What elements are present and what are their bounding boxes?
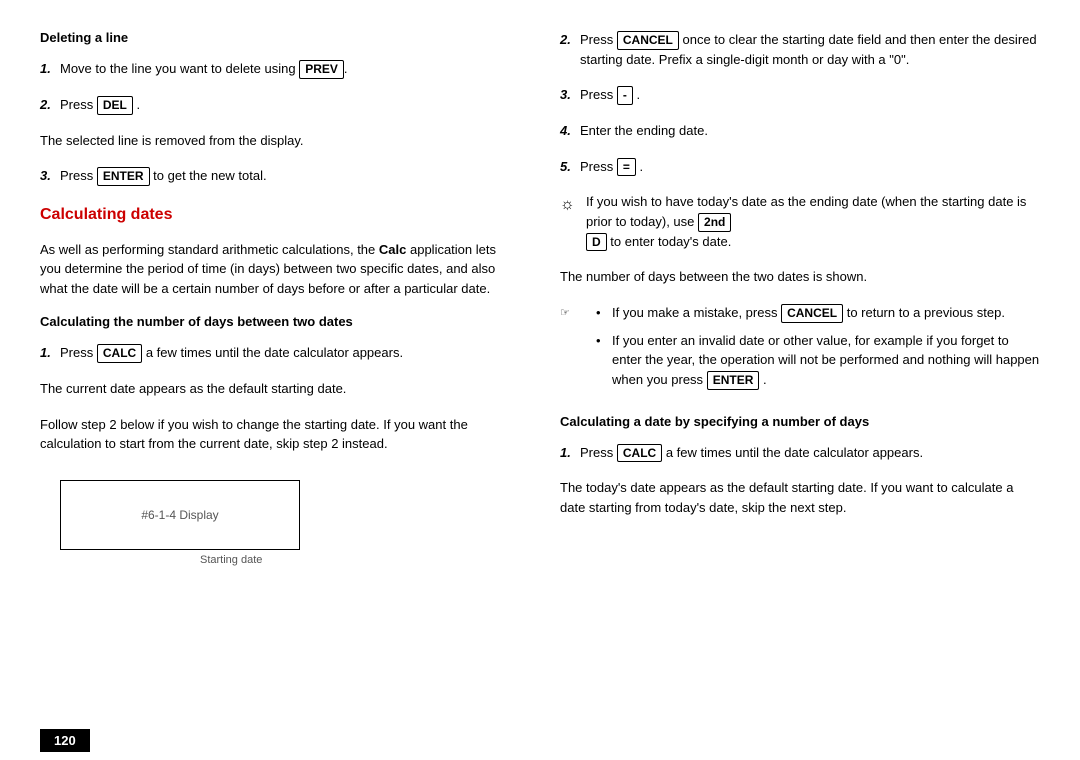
- s-step1-num: 1.: [560, 443, 574, 463]
- enter-key: ENTER: [97, 167, 150, 186]
- r-step5-num: 5.: [560, 157, 574, 177]
- display-label: #6-1-4 Display: [141, 508, 218, 522]
- memo-icon: ☞: [560, 305, 580, 322]
- s-step1: 1. Press CALC a few times until the date…: [560, 443, 1040, 463]
- bullet-dot2: •: [596, 331, 606, 390]
- display-box: #6-1-4 Display: [60, 480, 300, 550]
- calc-step1: 1. Press CALC a few times until the date…: [40, 343, 520, 363]
- del-result-text: The selected line is removed from the di…: [40, 131, 520, 151]
- del-key: DEL: [97, 96, 133, 115]
- del-step3: 3. Press ENTER to get the new total.: [40, 166, 520, 186]
- right-column: 2. Press CANCEL once to clear the starti…: [560, 30, 1040, 719]
- calc-bold: Calc: [379, 242, 406, 257]
- del-step1: 1. Move to the line you want to delete u…: [40, 59, 520, 79]
- tip-row: ☼ If you wish to have today's date as th…: [560, 192, 1040, 251]
- bullet2-text: If you enter an invalid date or other va…: [612, 331, 1040, 390]
- del-step3-num: 3.: [40, 166, 54, 186]
- calc-dates-para: As well as performing standard arithmeti…: [40, 240, 520, 299]
- left-column: Deleting a line 1. Move to the line you …: [40, 30, 520, 719]
- sub-heading: Calculating the number of days between t…: [40, 314, 520, 329]
- enter-key2: ENTER: [707, 371, 760, 390]
- r-step2-text: Press CANCEL once to clear the starting …: [580, 30, 1040, 69]
- r-step3-text: Press - .: [580, 85, 640, 105]
- current-date-text: The current date appears as the default …: [40, 379, 520, 399]
- calc-key2: CALC: [617, 444, 662, 463]
- second-heading: Calculating a date by specifying a numbe…: [560, 414, 1040, 429]
- tip-text: If you wish to have today's date as the …: [586, 192, 1040, 251]
- r-step2: 2. Press CANCEL once to clear the starti…: [560, 30, 1040, 69]
- bullet-list: • If you make a mistake, press CANCEL to…: [596, 303, 1040, 398]
- follow-text: Follow step 2 below if you wish to chang…: [40, 415, 520, 454]
- del-step3-text: Press ENTER to get the new total.: [60, 166, 267, 186]
- del-step2-text: Press DEL .: [60, 95, 140, 115]
- page-number: 120: [40, 729, 90, 752]
- s-step1-text: Press CALC a few times until the date ca…: [580, 443, 923, 463]
- r-step2-num: 2.: [560, 30, 574, 50]
- today-text: The today's date appears as the default …: [560, 478, 1040, 517]
- memo-row: ☞ • If you make a mistake, press CANCEL …: [560, 303, 1040, 398]
- del-step2-num: 2.: [40, 95, 54, 115]
- r-step5: 5. Press = .: [560, 157, 1040, 177]
- r-step3: 3. Press - .: [560, 85, 1040, 105]
- bullet1: • If you make a mistake, press CANCEL to…: [596, 303, 1040, 323]
- del-step2: 2. Press DEL .: [40, 95, 520, 115]
- display-area: #6-1-4 Display Starting date: [40, 470, 520, 566]
- cancel-key2: CANCEL: [781, 304, 843, 323]
- del-step1-num: 1.: [40, 59, 54, 79]
- calc-key: CALC: [97, 344, 142, 363]
- r-step4-num: 4.: [560, 121, 574, 141]
- bullet-dot1: •: [596, 303, 606, 323]
- calc-dates-heading: Calculating dates: [40, 206, 520, 224]
- deleting-heading: Deleting a line: [40, 30, 520, 45]
- r-step4-text: Enter the ending date.: [580, 121, 708, 141]
- 2nd-key: 2nd: [698, 213, 731, 232]
- r-step4: 4. Enter the ending date.: [560, 121, 1040, 141]
- display-caption: Starting date: [200, 554, 520, 566]
- r-step3-num: 3.: [560, 85, 574, 105]
- days-shown-text: The number of days between the two dates…: [560, 267, 1040, 287]
- bullet2: • If you enter an invalid date or other …: [596, 331, 1040, 390]
- lightbulb-icon: ☼: [560, 193, 580, 217]
- d-key: D: [586, 233, 607, 252]
- calc-step1-num: 1.: [40, 343, 54, 363]
- equals-key: =: [617, 158, 636, 177]
- prev-key: PREV: [299, 60, 344, 79]
- del-step1-text: Move to the line you want to delete usin…: [60, 59, 348, 79]
- cancel-key1: CANCEL: [617, 31, 679, 50]
- bullet1-text: If you make a mistake, press CANCEL to r…: [612, 303, 1005, 323]
- calc-step1-text: Press CALC a few times until the date ca…: [60, 343, 403, 363]
- r-step5-text: Press = .: [580, 157, 643, 177]
- minus-key: -: [617, 86, 633, 105]
